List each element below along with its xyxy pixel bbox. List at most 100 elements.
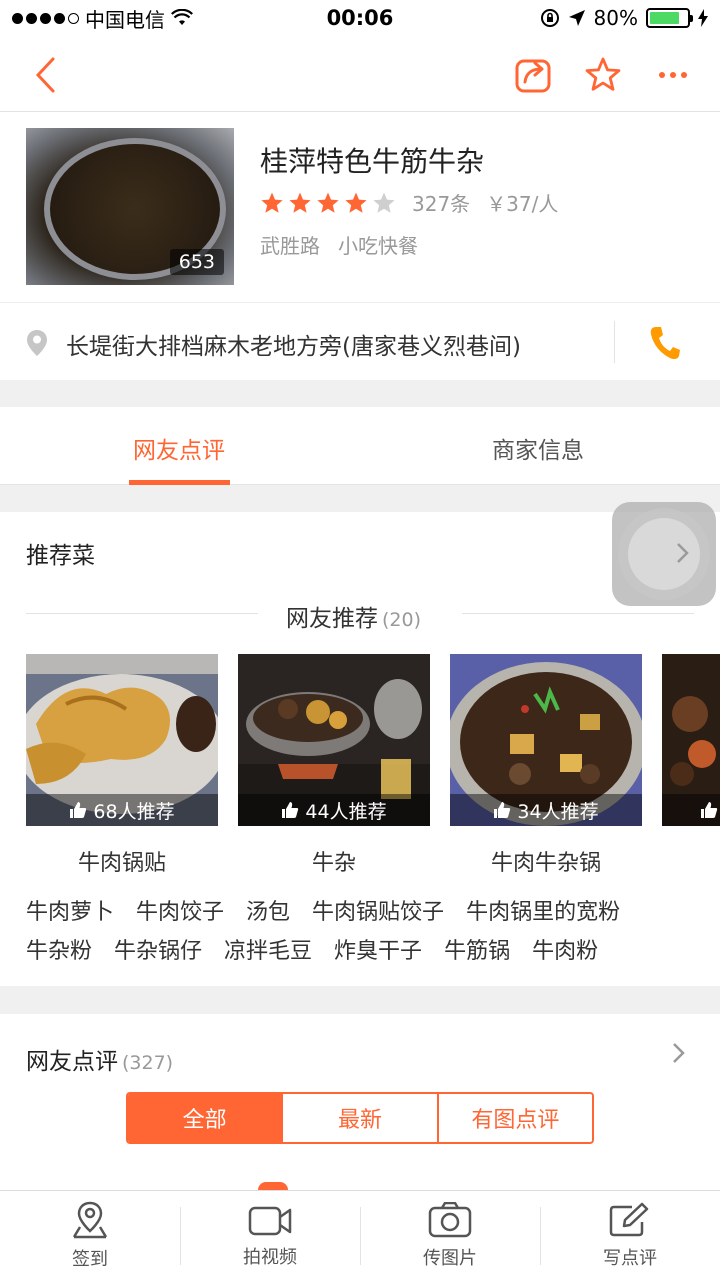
bottom-action-bar: 签到 拍视频 传图片 写点评: [0, 1190, 720, 1280]
badge-text: 68人推荐: [93, 800, 175, 823]
battery-percent: 80%: [593, 6, 638, 30]
checkin-button[interactable]: 签到: [0, 1191, 180, 1280]
dish-card[interactable]: 68人推荐: [26, 654, 218, 826]
sub-title-count: (20): [382, 609, 422, 631]
recommend-badge: 44人推荐: [238, 794, 430, 826]
charging-icon: [698, 9, 708, 27]
divider: [26, 613, 258, 614]
tab-bar: 网友点评 商家信息: [0, 407, 720, 485]
address-row[interactable]: 长堤街大排档麻木老地方旁(唐家巷义烈巷间): [0, 302, 720, 380]
photo-count-badge: 653: [169, 249, 224, 275]
review-count: 327条: [412, 192, 471, 216]
star-filled-icon: [289, 192, 311, 213]
location-pin-icon: [72, 1201, 108, 1238]
divider: [462, 613, 694, 614]
next-content-peek: [258, 1182, 288, 1190]
tab-reviews[interactable]: 网友点评: [133, 431, 225, 465]
dish-tag[interactable]: 牛肉萝卜: [26, 894, 114, 926]
signal-icon: [12, 12, 79, 24]
dish-tag[interactable]: 牛肉锅贴饺子: [312, 894, 444, 926]
dish-name[interactable]: 牛肉牛杂锅: [450, 845, 642, 877]
wifi-icon: [171, 9, 193, 25]
dish-name[interactable]: 牛杂: [238, 845, 430, 877]
clock: 00:06: [326, 6, 394, 30]
thumbs-up-icon: [701, 802, 718, 818]
dish-card[interactable]: 44人推荐: [238, 654, 430, 826]
star-filled-icon: [317, 192, 339, 213]
more-dots-icon: [659, 72, 687, 78]
more-dishes-row-1: 牛肉萝卜 牛肉饺子 汤包 牛肉锅贴饺子 牛肉锅里的宽粉: [26, 894, 620, 926]
bottom-label: 拍视频: [243, 1246, 297, 1268]
dish-tag[interactable]: 牛杂锅仔: [114, 933, 202, 965]
reviews-count: (327): [122, 1052, 174, 1074]
filter-all[interactable]: 全部: [128, 1094, 282, 1142]
bottom-label: 写点评: [603, 1247, 657, 1269]
share-icon: [515, 59, 551, 93]
recommend-badge: [662, 794, 720, 826]
star-outline-icon: [585, 57, 621, 91]
recommend-badge: 68人推荐: [26, 794, 218, 826]
star-filled-icon: [261, 192, 283, 213]
thumbs-up-icon: [282, 802, 299, 818]
nav-bar: [0, 36, 720, 112]
shop-category[interactable]: 小吃快餐: [338, 230, 418, 259]
shop-photo[interactable]: 653: [26, 128, 234, 285]
dish-tag[interactable]: 凉拌毛豆: [224, 933, 312, 965]
tab-indicator: [129, 480, 230, 485]
share-button[interactable]: [511, 52, 557, 98]
chevron-right-icon: [677, 543, 689, 563]
dish-tag[interactable]: 汤包: [246, 894, 290, 926]
dish-tag[interactable]: 牛筋锅: [444, 933, 510, 965]
chevron-right-icon[interactable]: [672, 1042, 686, 1064]
write-review-icon: [609, 1202, 649, 1236]
status-bar: 中国电信 00:06 80%: [0, 0, 720, 36]
write-review-button[interactable]: 写点评: [540, 1191, 720, 1280]
tab-merchant-info[interactable]: 商家信息: [492, 431, 584, 465]
section-title: 推荐菜: [26, 543, 95, 569]
badge-text: 44人推荐: [305, 800, 387, 823]
rotation-lock-icon: [540, 9, 559, 27]
badge-text: 34人推荐: [517, 800, 599, 823]
reviews-title-text: 网友点评: [26, 1049, 118, 1075]
record-video-button[interactable]: 拍视频: [180, 1191, 360, 1280]
sub-title-text: 网友推荐: [286, 606, 378, 632]
dish-tag[interactable]: 牛肉粉: [532, 933, 598, 965]
upload-photo-button[interactable]: 传图片: [360, 1191, 540, 1280]
shop-tags: 武胜路 小吃快餐: [260, 230, 418, 259]
photo-upload-icon: [428, 1201, 472, 1237]
avg-price: ￥37/人: [486, 192, 559, 216]
recommend-badge: 34人推荐: [450, 794, 642, 826]
dish-card[interactable]: 34人推荐: [450, 654, 642, 826]
rating-row: 327条 ￥37/人: [260, 188, 558, 217]
reviews-title[interactable]: 网友点评 (327): [26, 1042, 173, 1076]
sub-title: 网友推荐 (20): [286, 599, 421, 633]
more-button[interactable]: [650, 52, 696, 98]
battery-icon: [646, 8, 693, 28]
review-filter: 全部 最新 有图点评: [126, 1092, 594, 1144]
thumbs-up-icon: [70, 802, 87, 818]
star-empty-icon: [373, 192, 395, 213]
location-pin-icon: [27, 330, 47, 356]
address-text: 长堤街大排档麻木老地方旁(唐家巷义烈巷间): [66, 334, 521, 360]
dish-card[interactable]: [662, 654, 720, 826]
more-dishes-row-2: 牛杂粉 牛杂锅仔 凉拌毛豆 炸臭干子 牛筋锅 牛肉粉: [26, 933, 598, 965]
filter-with-photos[interactable]: 有图点评: [436, 1094, 592, 1142]
thumbs-up-icon: [494, 802, 511, 818]
assistive-touch-button[interactable]: [612, 502, 716, 606]
carrier-label: 中国电信: [85, 7, 165, 32]
dish-tag[interactable]: 牛杂粉: [26, 933, 92, 965]
back-button[interactable]: [22, 52, 68, 98]
filter-latest[interactable]: 最新: [281, 1094, 436, 1142]
video-camera-icon: [248, 1206, 292, 1235]
bottom-label: 签到: [72, 1248, 108, 1270]
shop-area[interactable]: 武胜路: [260, 230, 320, 259]
dish-tag[interactable]: 牛肉锅里的宽粉: [466, 894, 620, 926]
dish-tag[interactable]: 牛肉饺子: [136, 894, 224, 926]
reviews-section: 网友点评 (327) 全部 最新 有图点评: [0, 1014, 720, 1190]
dish-name[interactable]: 牛肉锅贴: [26, 845, 218, 877]
star-rating: [260, 191, 396, 215]
favorite-button[interactable]: [580, 52, 626, 98]
shop-name: 桂萍特色牛筋牛杂: [260, 145, 485, 178]
phone-icon[interactable]: [648, 325, 682, 361]
dish-tag[interactable]: 炸臭干子: [334, 933, 422, 965]
